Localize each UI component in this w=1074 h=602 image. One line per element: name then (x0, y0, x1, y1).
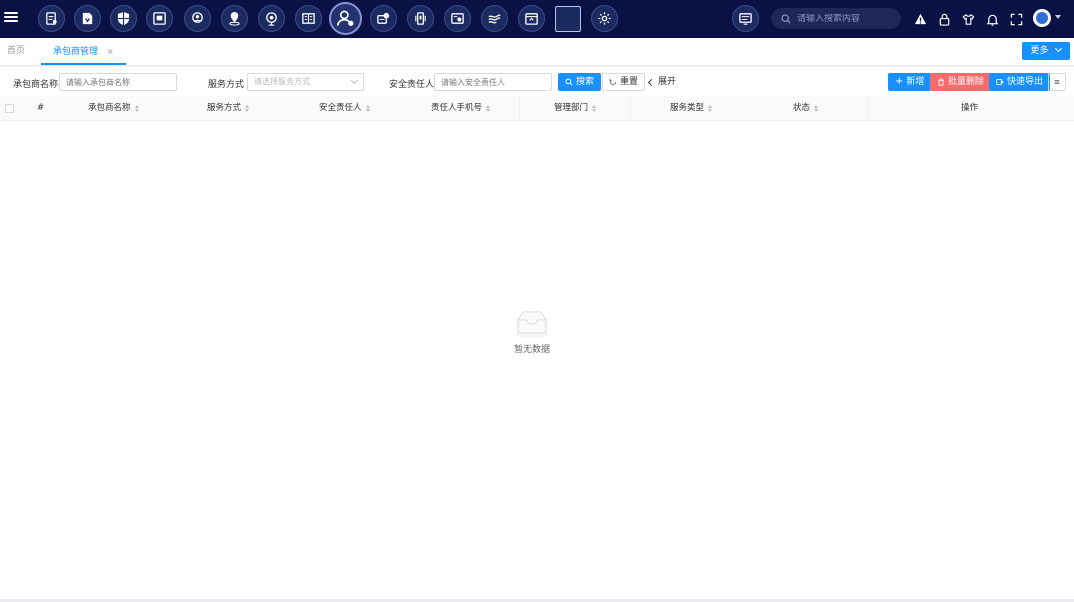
column-setting-icon[interactable] (1048, 73, 1066, 91)
contractor-icon[interactable] (329, 2, 362, 35)
column-operation: 操作 (961, 103, 979, 113)
data-icon[interactable] (370, 5, 397, 32)
document-icon[interactable] (38, 5, 65, 32)
safety-person-label: 安全责任人 (389, 80, 435, 90)
add-button[interactable]: + 新增 (888, 73, 932, 91)
sort-icon[interactable] (134, 105, 139, 112)
empty-state: 暂无数据 (487, 308, 577, 355)
shield-icon[interactable] (110, 5, 137, 32)
bell-icon[interactable] (984, 11, 1000, 27)
refresh-icon (609, 78, 617, 85)
column-divider (867, 96, 868, 121)
tab-home[interactable]: 首页 (7, 38, 25, 65)
reset-button-label: 重置 (620, 77, 639, 87)
sort-icon[interactable] (592, 105, 597, 112)
book-icon[interactable] (295, 5, 322, 32)
quick-export-button[interactable]: 快速导出 (989, 73, 1051, 91)
more-button[interactable]: 更多 (1022, 42, 1070, 60)
device-icon[interactable] (407, 5, 434, 32)
search-button-label: 搜索 (576, 77, 595, 87)
chevron-down-icon (1055, 44, 1063, 53)
empty-inbox-icon (515, 311, 549, 338)
column-person-phone[interactable]: 责任人手机号 (431, 96, 491, 121)
sort-icon[interactable] (708, 105, 713, 112)
report-icon[interactable] (74, 5, 101, 32)
settings-icon[interactable] (591, 5, 618, 32)
search-icon (565, 78, 573, 86)
expand-button-label: 展开 (658, 77, 677, 87)
sort-icon[interactable] (245, 105, 250, 112)
trash-icon (938, 78, 944, 86)
screen-icon[interactable] (732, 5, 759, 32)
table-header: # 承包商名称 服务方式 安全责任人 责任人手机号 管理部门 服务类型 状态 操… (0, 96, 1074, 121)
select-all-checkbox[interactable] (5, 104, 14, 113)
location-icon[interactable] (184, 5, 211, 32)
chevron-down-icon (350, 76, 359, 85)
board-icon[interactable] (146, 5, 173, 32)
tab-close-icon[interactable]: × (107, 47, 114, 56)
column-divider (630, 96, 631, 121)
column-status[interactable]: 状态 (793, 96, 819, 121)
search-input[interactable] (797, 13, 897, 24)
contractor-name-label: 承包商名称 (13, 80, 59, 90)
blank-module[interactable] (555, 6, 581, 32)
column-service-type[interactable]: 服务类型 (670, 96, 713, 121)
user-dropdown-caret-icon[interactable] (1055, 15, 1061, 19)
sort-icon[interactable] (814, 105, 819, 112)
add-button-label: 新增 (906, 77, 925, 87)
plus-icon: + (895, 76, 904, 87)
reset-button[interactable]: 重置 (602, 73, 646, 91)
search-icon (781, 13, 791, 24)
expand-button[interactable]: 展开 (647, 73, 677, 91)
column-contractor-name[interactable]: 承包商名称 (88, 96, 139, 121)
wind-icon[interactable] (481, 5, 508, 32)
tab-contractor-management[interactable]: 承包商管理 × (41, 38, 126, 65)
calendar-icon[interactable] (518, 5, 545, 32)
service-mode-placeholder: 请选择服务方式 (254, 77, 310, 86)
global-search[interactable] (771, 8, 901, 29)
contractor-name-input[interactable] (59, 73, 177, 91)
service-mode-select[interactable]: 请选择服务方式 (247, 73, 364, 91)
service-mode-label: 服务方式 (208, 80, 245, 90)
more-label: 更多 (1030, 46, 1049, 56)
map-pin-icon[interactable] (221, 5, 248, 32)
column-safety-person[interactable]: 安全责任人 (319, 96, 370, 121)
batch-delete-label: 批量删除 (948, 77, 985, 87)
tab-label: 承包商管理 (53, 47, 99, 57)
safety-person-input[interactable] (434, 73, 552, 91)
shirt-icon[interactable] (960, 11, 976, 27)
tab-bar: 首页 承包商管理 × 更多 (0, 38, 1074, 66)
inspection-icon[interactable] (444, 5, 471, 32)
sort-icon[interactable] (486, 105, 491, 112)
batch-delete-button[interactable]: 批量删除 (930, 73, 992, 91)
search-button[interactable]: 搜索 (558, 73, 602, 91)
avatar[interactable] (1033, 9, 1051, 27)
fullscreen-icon[interactable] (1008, 11, 1024, 27)
chevron-left-icon (647, 78, 656, 86)
top-navbar (0, 0, 1074, 38)
export-icon (996, 79, 1004, 85)
column-index: # (37, 103, 45, 113)
sort-icon[interactable] (365, 105, 370, 112)
column-service-mode[interactable]: 服务方式 (207, 96, 250, 121)
warning-icon[interactable] (912, 11, 928, 27)
column-divider (519, 96, 520, 121)
column-management-dept[interactable]: 管理部门 (554, 96, 597, 121)
lock-icon[interactable] (936, 11, 952, 27)
menu-toggle-icon[interactable] (4, 10, 18, 26)
empty-text: 暂无数据 (513, 345, 550, 355)
main-panel: 承包商名称 服务方式 请选择服务方式 安全责任人 搜索 重置 展开 + 新增 批… (0, 67, 1074, 600)
camera-icon[interactable] (258, 5, 285, 32)
quick-export-label: 快速导出 (1007, 77, 1044, 87)
